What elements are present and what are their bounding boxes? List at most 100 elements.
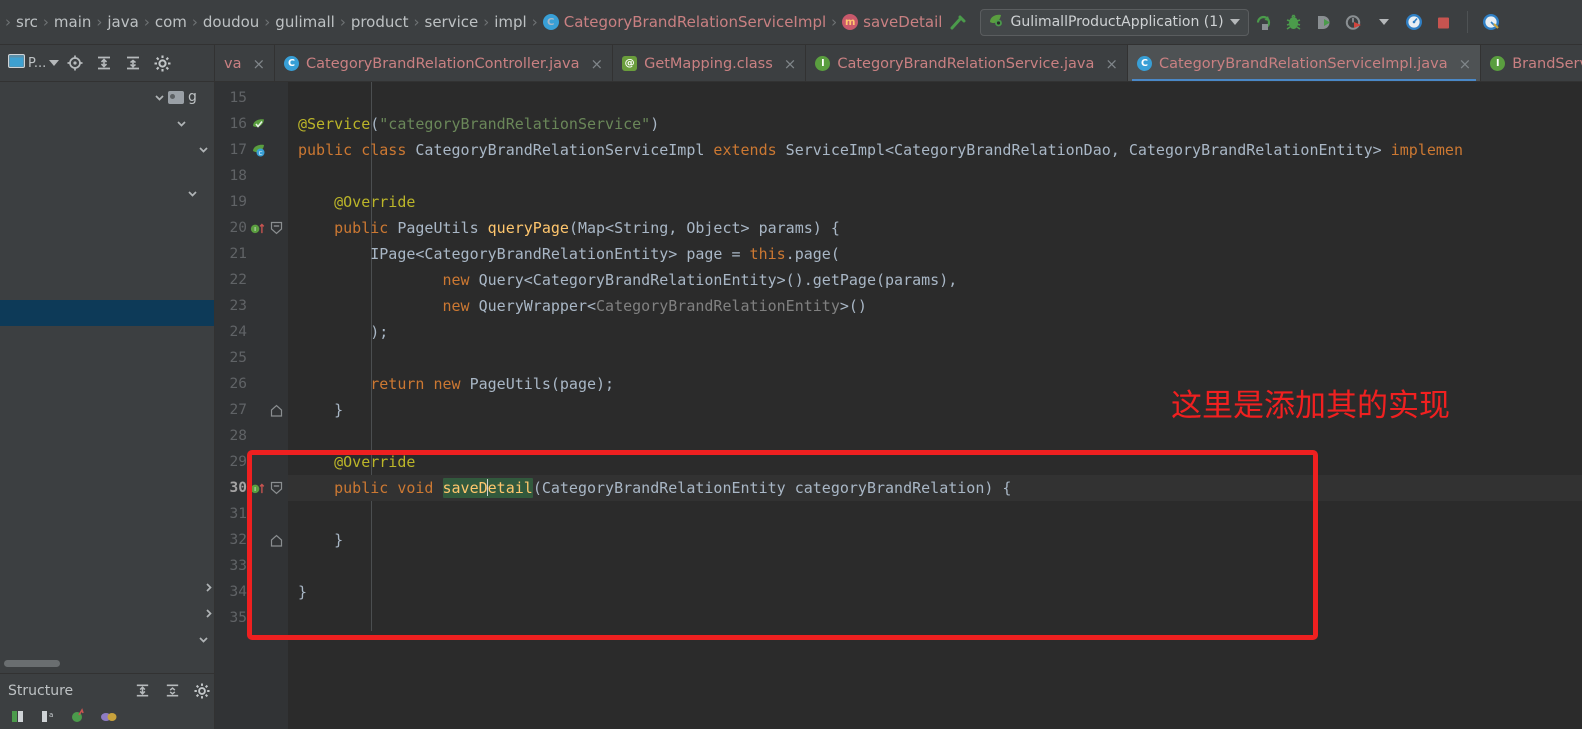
git-icon[interactable] <box>100 708 118 728</box>
debug-button[interactable] <box>1279 7 1309 37</box>
override-method-icon[interactable]: I <box>247 221 267 236</box>
gutter-line[interactable]: 15 <box>215 85 288 111</box>
chevron-down-icon[interactable] <box>194 634 212 645</box>
tree-node[interactable] <box>0 136 214 162</box>
project-icon[interactable] <box>10 708 26 728</box>
run-configuration-selector[interactable]: GulimallProductApplication (1) <box>980 8 1249 36</box>
chevron-right-icon[interactable] <box>202 582 214 593</box>
code-line[interactable] <box>288 345 298 371</box>
gutter-line[interactable]: 31 <box>215 501 288 527</box>
code-line[interactable]: IPage<CategoryBrandRelationEntity> page … <box>288 241 840 267</box>
breadcrumb-item-src[interactable]: src <box>14 13 40 31</box>
gutter-line[interactable]: 24 <box>215 319 288 345</box>
breadcrumb-item-gulimall[interactable]: gulimall <box>273 13 337 31</box>
gutter-line[interactable]: 27 <box>215 397 288 423</box>
code-line[interactable]: new Query<CategoryBrandRelationEntity>()… <box>288 267 958 293</box>
gutter-line[interactable]: 16 <box>215 111 288 137</box>
profiler-button[interactable] <box>1339 7 1369 37</box>
code-line[interactable] <box>288 605 298 631</box>
chevron-down-icon[interactable] <box>150 92 168 103</box>
structure-icon[interactable]: a <box>40 708 56 728</box>
gutter-line[interactable]: 18 <box>215 163 288 189</box>
fold-end-icon[interactable] <box>267 403 285 418</box>
code-line[interactable] <box>288 501 298 527</box>
project-panel-title[interactable]: P... <box>8 54 60 72</box>
editor-tab-brandservic[interactable]: I BrandServic <box>1481 45 1582 81</box>
gutter-line[interactable]: 33 <box>215 553 288 579</box>
breadcrumb-item-service[interactable]: service <box>423 13 481 31</box>
project-tree-horizontal-scrollbar[interactable] <box>4 660 60 667</box>
collapse-all-icon[interactable] <box>120 50 146 76</box>
breadcrumb-item-doudou[interactable]: doudou <box>201 13 261 31</box>
chevron-down-icon[interactable] <box>49 60 60 66</box>
gutter-line[interactable]: 30 I <box>215 475 288 501</box>
gutter-line[interactable]: 32 <box>215 527 288 553</box>
gutter-line[interactable]: 29 <box>215 449 288 475</box>
code-line[interactable] <box>288 423 298 449</box>
code-line[interactable] <box>288 553 298 579</box>
chevron-down-icon[interactable] <box>172 118 190 129</box>
gutter-line[interactable]: 22 <box>215 267 288 293</box>
spring-class-icon[interactable]: C <box>247 143 267 158</box>
tree-node[interactable] <box>0 626 214 651</box>
close-icon[interactable]: × <box>591 55 604 73</box>
code-line[interactable]: new QueryWrapper<CategoryBrandRelationEn… <box>288 293 867 319</box>
tree-node[interactable] <box>0 180 214 206</box>
locate-file-icon[interactable] <box>62 50 88 76</box>
close-icon[interactable]: × <box>1105 55 1118 73</box>
gutter-line[interactable]: 26 <box>215 371 288 397</box>
code-line[interactable]: return new PageUtils(page); <box>288 371 614 397</box>
breadcrumb-item-categorybrandrelationserviceimpl[interactable]: C CategoryBrandRelationServiceImpl <box>541 13 828 31</box>
close-icon[interactable]: × <box>784 55 797 73</box>
gutter-line[interactable]: 19 <box>215 189 288 215</box>
code-line[interactable]: public PageUtils queryPage(Map<String, O… <box>288 215 840 241</box>
tree-node[interactable]: g <box>0 84 214 110</box>
gutter-line[interactable]: 34 <box>215 579 288 605</box>
expand-all-icon[interactable] <box>91 50 117 76</box>
code-line[interactable]: @Override <box>288 189 415 215</box>
spring-bean-icon[interactable] <box>247 117 267 132</box>
code-line[interactable]: } <box>288 579 307 605</box>
close-icon[interactable]: × <box>252 55 265 73</box>
project-tree[interactable]: g <box>0 82 214 651</box>
editor-tab-categorybrandrelationserviceimpl-java[interactable]: C CategoryBrandRelationServiceImpl.java × <box>1127 45 1482 81</box>
breadcrumb-item-com[interactable]: com <box>153 13 189 31</box>
close-icon[interactable]: × <box>1459 55 1472 73</box>
tree-node[interactable] <box>0 110 214 136</box>
tree-node[interactable] <box>0 600 214 626</box>
favorites-icon[interactable] <box>70 708 86 728</box>
rerun-button[interactable] <box>1249 7 1279 37</box>
breadcrumb-item-main[interactable]: main <box>52 13 93 31</box>
update-app-button[interactable] <box>1399 7 1429 37</box>
tree-node[interactable] <box>0 574 214 600</box>
gutter-line[interactable]: 35 <box>215 605 288 631</box>
code-line[interactable] <box>288 85 298 111</box>
tree-node[interactable] <box>0 300 214 326</box>
editor-tab-va[interactable]: va × <box>215 45 276 81</box>
settings-gear-icon[interactable] <box>149 50 175 76</box>
chevron-down-icon[interactable] <box>183 188 201 199</box>
gutter-line[interactable]: 23 <box>215 293 288 319</box>
code-line[interactable]: ); <box>288 319 388 345</box>
collapse-all-icon[interactable] <box>159 678 185 704</box>
code-line[interactable]: } <box>288 527 343 553</box>
editor-tab-categorybrandrelationservice-java[interactable]: I CategoryBrandRelationService.java × <box>806 45 1128 81</box>
editor-tab-getmapping-class[interactable]: @ GetMapping.class × <box>613 45 807 81</box>
override-method-icon[interactable]: I <box>247 481 267 496</box>
search-everywhere-button[interactable] <box>1476 7 1506 37</box>
expand-all-icon[interactable] <box>129 678 155 704</box>
gutter-line[interactable]: 17 C <box>215 137 288 163</box>
stop-button[interactable] <box>1429 7 1459 37</box>
build-project-button[interactable] <box>944 8 972 36</box>
settings-gear-icon[interactable] <box>189 678 215 704</box>
fold-collapse-icon[interactable] <box>267 481 285 496</box>
breadcrumb-item-impl[interactable]: impl <box>492 13 528 31</box>
editor-tab-categorybrandrelationcontroller-java[interactable]: C CategoryBrandRelationController.java × <box>275 45 614 81</box>
chevron-down-icon[interactable] <box>194 144 212 155</box>
code-line[interactable]: public void saveDetail(CategoryBrandRela… <box>288 475 1582 501</box>
breadcrumb-item-product[interactable]: product <box>349 13 411 31</box>
breadcrumb-item-java[interactable]: java <box>105 13 140 31</box>
chevron-down-icon[interactable] <box>1229 19 1240 25</box>
code-line[interactable]: public class CategoryBrandRelationServic… <box>288 137 1463 163</box>
profiler-dropdown[interactable] <box>1369 7 1399 37</box>
